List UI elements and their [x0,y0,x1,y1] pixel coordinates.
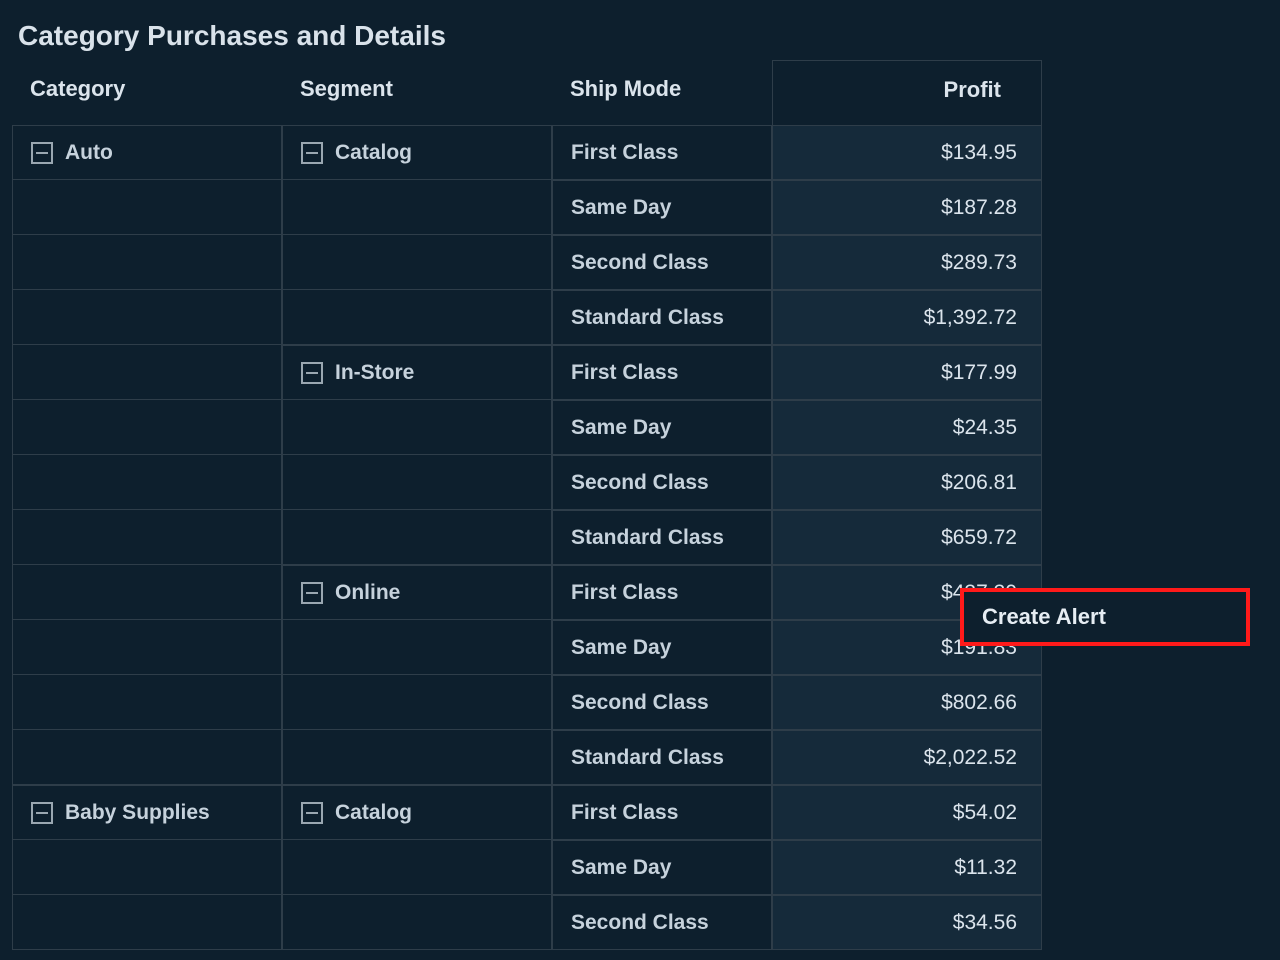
category-cell[interactable]: Auto [12,125,282,180]
segment-cell[interactable]: Catalog [282,785,552,840]
page-title: Category Purchases and Details [0,0,1280,60]
category-cell [12,180,282,235]
shipmode-cell[interactable]: Standard Class [552,730,772,785]
category-label: Baby Supplies [65,801,210,825]
column-header-category[interactable]: Category [12,60,282,125]
collapse-icon[interactable] [301,802,323,824]
profit-cell[interactable]: $2,022.52 [772,730,1042,785]
profit-cell[interactable]: $206.81 [772,455,1042,510]
segment-cell [282,620,552,675]
category-cell [12,290,282,345]
segment-label: Online [335,581,400,605]
collapse-icon[interactable] [301,582,323,604]
category-cell [12,895,282,950]
category-cell [12,675,282,730]
shipmode-cell[interactable]: First Class [552,785,772,840]
category-cell [12,400,282,455]
segment-cell[interactable]: Online [282,565,552,620]
segment-cell [282,730,552,785]
segment-cell[interactable]: Catalog [282,125,552,180]
segment-label: Catalog [335,141,412,165]
shipmode-cell[interactable]: Second Class [552,675,772,730]
profit-cell[interactable]: $289.73 [772,235,1042,290]
shipmode-cell[interactable]: Standard Class [552,510,772,565]
segment-cell [282,840,552,895]
profit-cell[interactable]: $659.72 [772,510,1042,565]
shipmode-cell[interactable]: Same Day [552,180,772,235]
profit-cell[interactable]: $134.95 [772,125,1042,180]
shipmode-cell[interactable]: Standard Class [552,290,772,345]
segment-label: In-Store [335,361,414,385]
profit-cell[interactable]: $187.28 [772,180,1042,235]
segment-cell [282,895,552,950]
shipmode-cell[interactable]: Same Day [552,840,772,895]
segment-cell [282,180,552,235]
category-cell [12,235,282,290]
collapse-icon[interactable] [301,362,323,384]
shipmode-cell[interactable]: First Class [552,125,772,180]
column-header-segment[interactable]: Segment [282,60,552,125]
menu-item-create-alert[interactable]: Create Alert [982,604,1106,629]
profit-cell[interactable]: $1,392.72 [772,290,1042,345]
segment-cell[interactable]: In-Store [282,345,552,400]
profit-cell[interactable]: $54.02 [772,785,1042,840]
shipmode-cell[interactable]: Same Day [552,400,772,455]
pivot-table: Category Segment Ship Mode Profit [12,60,1280,125]
column-header-shipmode[interactable]: Ship Mode [552,60,772,125]
collapse-icon[interactable] [31,142,53,164]
segment-cell [282,290,552,345]
shipmode-cell[interactable]: First Class [552,565,772,620]
profit-cell[interactable]: $802.66 [772,675,1042,730]
category-cell [12,345,282,400]
category-cell [12,620,282,675]
segment-label: Catalog [335,801,412,825]
segment-cell [282,400,552,455]
segment-cell [282,510,552,565]
category-cell [12,455,282,510]
shipmode-cell[interactable]: Second Class [552,895,772,950]
category-cell [12,565,282,620]
collapse-icon[interactable] [301,142,323,164]
profit-cell[interactable]: $177.99 [772,345,1042,400]
context-menu: Create Alert [960,588,1250,646]
collapse-icon[interactable] [31,802,53,824]
column-header-profit[interactable]: Profit [772,60,1042,125]
category-cell [12,510,282,565]
category-label: Auto [65,141,113,165]
shipmode-cell[interactable]: Second Class [552,235,772,290]
profit-cell[interactable]: $24.35 [772,400,1042,455]
category-cell[interactable]: Baby Supplies [12,785,282,840]
shipmode-cell[interactable]: Same Day [552,620,772,675]
shipmode-cell[interactable]: Second Class [552,455,772,510]
category-cell [12,840,282,895]
profit-cell[interactable]: $34.56 [772,895,1042,950]
category-cell [12,730,282,785]
shipmode-cell[interactable]: First Class [552,345,772,400]
pivot-body: AutoCatalogFirst Class$134.95Same Day$18… [12,125,1280,950]
profit-cell[interactable]: $11.32 [772,840,1042,895]
segment-cell [282,455,552,510]
segment-cell [282,235,552,290]
segment-cell [282,675,552,730]
